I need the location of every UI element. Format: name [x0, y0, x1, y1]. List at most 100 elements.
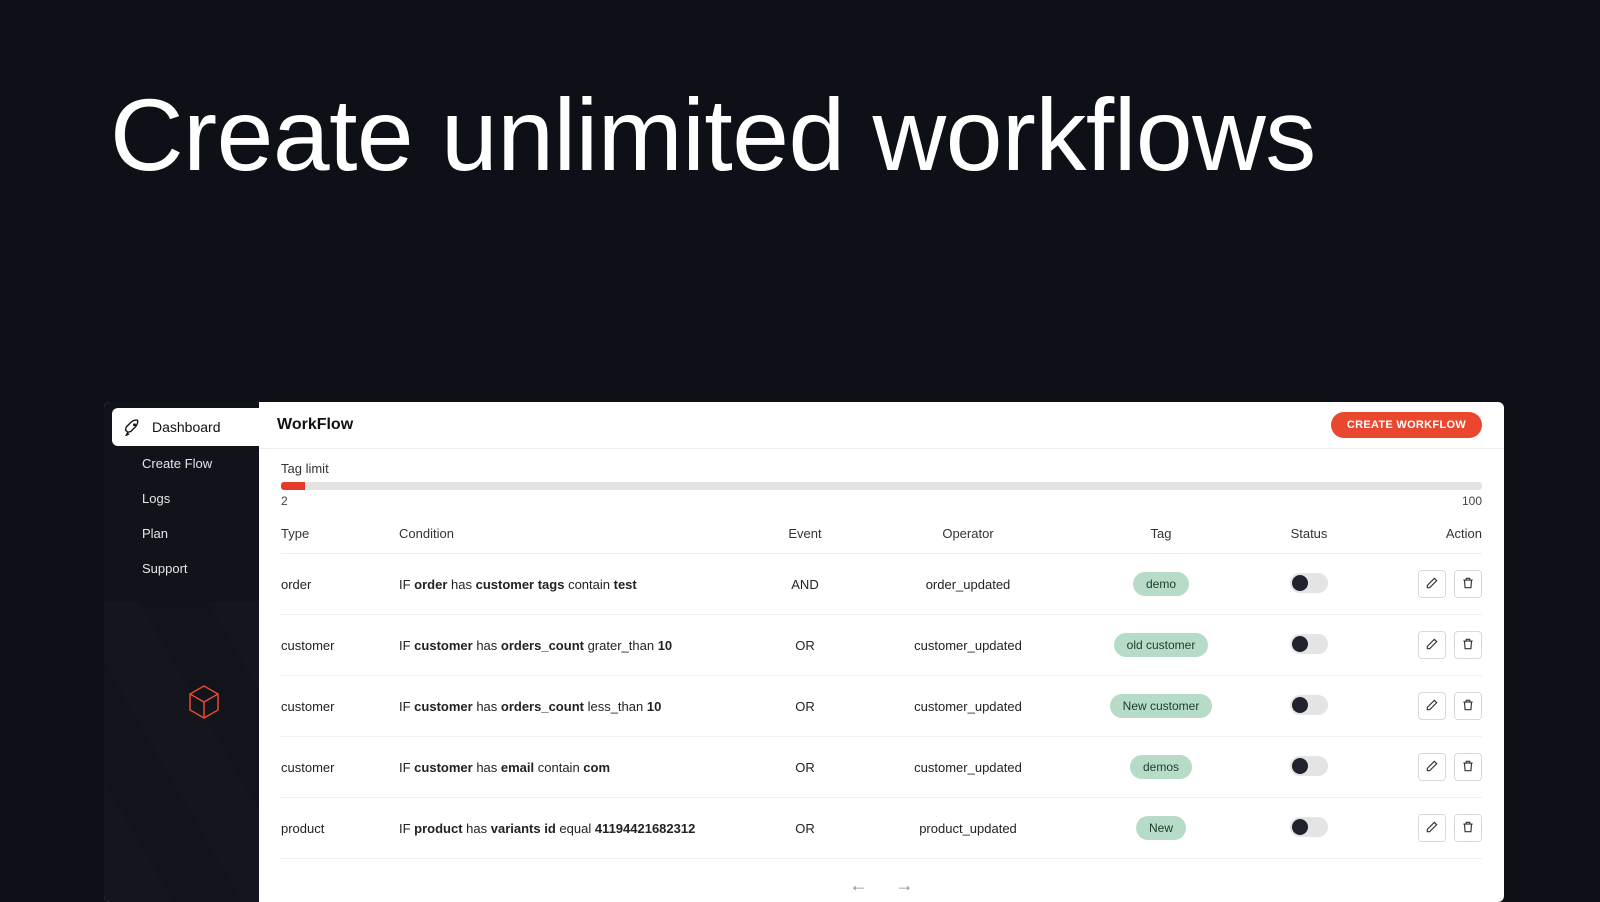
- delete-button[interactable]: [1454, 570, 1482, 598]
- cell-action: [1372, 753, 1482, 781]
- col-header-operator: Operator: [868, 526, 1068, 541]
- cell-operator: product_updated: [868, 821, 1068, 836]
- sidebar-item-label: Dashboard: [152, 419, 221, 435]
- cell-status: [1254, 756, 1364, 779]
- trash-icon: [1461, 698, 1475, 715]
- cell-tag: demos: [1076, 755, 1246, 779]
- trash-icon: [1461, 576, 1475, 593]
- workflow-table: Type Condition Event Operator Tag Status…: [259, 514, 1504, 867]
- pencil-icon: [1425, 698, 1439, 715]
- cell-action: [1372, 814, 1482, 842]
- col-header-action: Action: [1372, 526, 1482, 541]
- tag-pill: New: [1136, 816, 1186, 840]
- status-toggle[interactable]: [1290, 634, 1328, 654]
- tag-limit-label: Tag limit: [281, 461, 1482, 476]
- cell-action: [1372, 631, 1482, 659]
- cell-action: [1372, 692, 1482, 720]
- edit-button[interactable]: [1418, 692, 1446, 720]
- cell-condition: IF product has variants id equal 4119442…: [399, 821, 742, 836]
- tag-pill: New customer: [1110, 694, 1213, 718]
- cell-event: OR: [750, 699, 860, 714]
- topbar: WorkFlow CREATE WORKFLOW: [259, 402, 1504, 449]
- page-title: WorkFlow: [277, 416, 353, 434]
- tag-limit-scale: 2 100: [281, 494, 1482, 508]
- cell-tag: demo: [1076, 572, 1246, 596]
- cell-status: [1254, 695, 1364, 718]
- pencil-icon: [1425, 576, 1439, 593]
- status-toggle[interactable]: [1290, 817, 1328, 837]
- cell-operator: customer_updated: [868, 760, 1068, 775]
- cell-type: customer: [281, 760, 391, 775]
- status-toggle[interactable]: [1290, 756, 1328, 776]
- cell-status: [1254, 573, 1364, 596]
- edit-button[interactable]: [1418, 570, 1446, 598]
- pager-prev-button[interactable]: ←: [850, 875, 868, 896]
- tag-limit-current: 2: [281, 494, 288, 508]
- tag-limit-fill: [281, 482, 305, 490]
- cell-type: customer: [281, 699, 391, 714]
- delete-button[interactable]: [1454, 814, 1482, 842]
- cell-event: AND: [750, 577, 860, 592]
- cell-event: OR: [750, 760, 860, 775]
- col-header-tag: Tag: [1076, 526, 1246, 541]
- cell-status: [1254, 817, 1364, 840]
- tag-limit-bar: [281, 482, 1482, 490]
- cube-decoration-icon: [184, 682, 224, 722]
- pencil-icon: [1425, 820, 1439, 837]
- cell-operator: customer_updated: [868, 699, 1068, 714]
- pager-next-button[interactable]: →: [896, 875, 914, 896]
- pager: ← →: [259, 867, 1504, 902]
- status-toggle[interactable]: [1290, 573, 1328, 593]
- table-row: order IF order has customer tags contain …: [281, 554, 1482, 615]
- cell-condition: IF order has customer tags contain test: [399, 577, 742, 592]
- delete-button[interactable]: [1454, 692, 1482, 720]
- cell-tag: New: [1076, 816, 1246, 840]
- tag-pill: old customer: [1114, 633, 1209, 657]
- delete-button[interactable]: [1454, 753, 1482, 781]
- table-header: Type Condition Event Operator Tag Status…: [281, 514, 1482, 554]
- col-header-status: Status: [1254, 526, 1364, 541]
- col-header-condition: Condition: [399, 526, 742, 541]
- sidebar-item-support[interactable]: Support: [104, 551, 259, 586]
- marketing-headline: Create unlimited workflows: [110, 80, 1316, 190]
- sidebar: Dashboard Create Flow Logs Plan Support: [104, 402, 259, 902]
- cell-condition: IF customer has orders_count grater_than…: [399, 638, 742, 653]
- trash-icon: [1461, 820, 1475, 837]
- cell-type: order: [281, 577, 391, 592]
- cell-type: product: [281, 821, 391, 836]
- delete-button[interactable]: [1454, 631, 1482, 659]
- cell-status: [1254, 634, 1364, 657]
- table-row: customer IF customer has orders_count gra…: [281, 615, 1482, 676]
- trash-icon: [1461, 759, 1475, 776]
- trash-icon: [1461, 637, 1475, 654]
- tag-pill: demo: [1133, 572, 1189, 596]
- edit-button[interactable]: [1418, 814, 1446, 842]
- pencil-icon: [1425, 637, 1439, 654]
- sidebar-item-plan[interactable]: Plan: [104, 516, 259, 551]
- create-workflow-button[interactable]: CREATE WORKFLOW: [1331, 412, 1482, 438]
- cell-tag: old customer: [1076, 633, 1246, 657]
- rocket-icon: [124, 418, 142, 436]
- sidebar-item-create-flow[interactable]: Create Flow: [104, 446, 259, 481]
- cell-action: [1372, 570, 1482, 598]
- cell-type: customer: [281, 638, 391, 653]
- edit-button[interactable]: [1418, 631, 1446, 659]
- sidebar-item-logs[interactable]: Logs: [104, 481, 259, 516]
- cell-operator: customer_updated: [868, 638, 1068, 653]
- table-row: product IF product has variants id equal …: [281, 798, 1482, 859]
- sidebar-item-dashboard[interactable]: Dashboard: [112, 408, 259, 446]
- edit-button[interactable]: [1418, 753, 1446, 781]
- pencil-icon: [1425, 759, 1439, 776]
- table-row: productIF product has title contain Shir…: [281, 859, 1482, 867]
- cell-condition: IF customer has orders_count less_than 1…: [399, 699, 742, 714]
- col-header-event: Event: [750, 526, 860, 541]
- tag-pill: demos: [1130, 755, 1192, 779]
- tag-limit-max: 100: [1462, 494, 1482, 508]
- cell-condition: IF customer has email contain com: [399, 760, 742, 775]
- col-header-type: Type: [281, 526, 391, 541]
- cell-tag: New customer: [1076, 694, 1246, 718]
- table-row: customer IF customer has orders_count les…: [281, 676, 1482, 737]
- main-content: WorkFlow CREATE WORKFLOW Tag limit 2 100…: [259, 402, 1504, 902]
- cell-operator: order_updated: [868, 577, 1068, 592]
- status-toggle[interactable]: [1290, 695, 1328, 715]
